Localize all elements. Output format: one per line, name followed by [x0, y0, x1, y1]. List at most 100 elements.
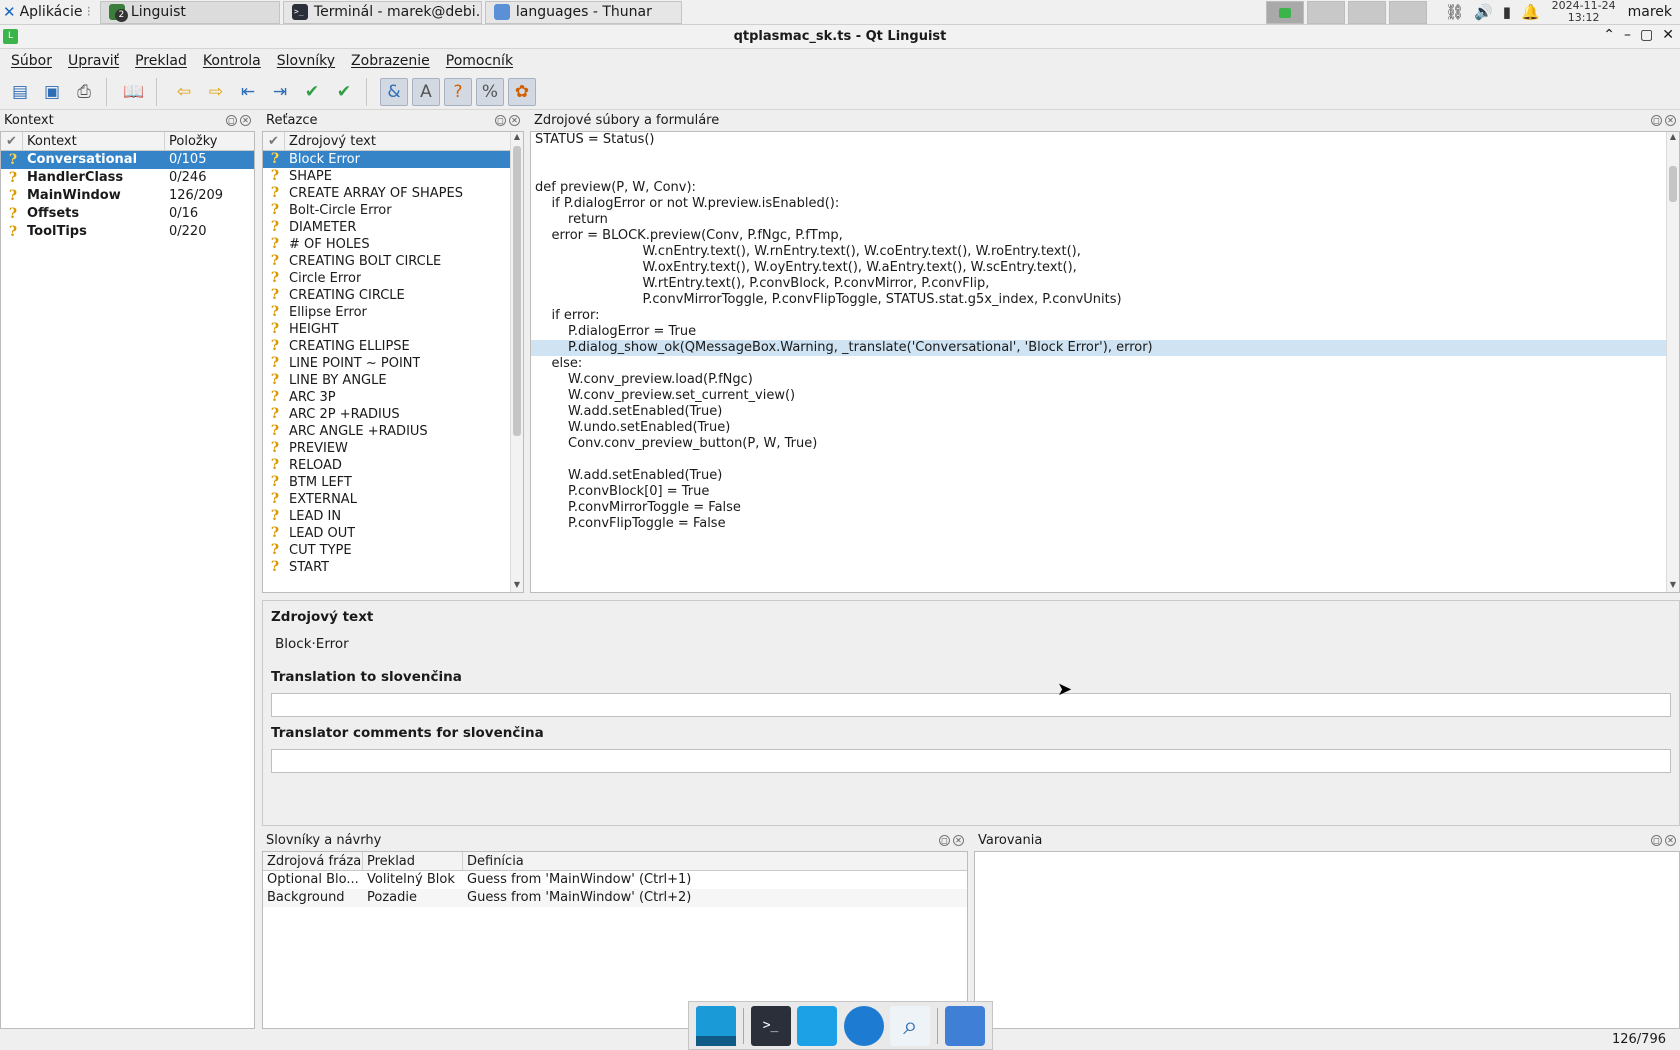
next-icon[interactable]: ⇥	[266, 78, 294, 106]
next-unfinished-icon[interactable]: ⇨	[202, 78, 230, 106]
workspace-3[interactable]	[1347, 0, 1386, 24]
task-thunar[interactable]: languages - Thunar	[484, 0, 682, 24]
maximize-icon[interactable]: ▢	[1640, 27, 1653, 43]
column-header-items[interactable]: Položky	[165, 132, 254, 150]
string-row[interactable]: ? HEIGHT	[263, 321, 510, 338]
network-disconnected-icon[interactable]: ⛓	[1445, 3, 1464, 21]
file-manager-launcher-icon[interactable]	[797, 1005, 838, 1046]
dock-close-icon[interactable]: ✕	[1665, 115, 1676, 126]
column-header-translation[interactable]: Preklad	[363, 852, 463, 870]
battery-icon[interactable]: ▮	[1503, 3, 1511, 21]
string-row[interactable]: ? CREATING CIRCLE	[263, 287, 510, 304]
context-row[interactable]: ? MainWindow 126/209	[1, 187, 254, 205]
float-icon[interactable]: ◻	[1651, 835, 1662, 846]
string-row[interactable]: ? RELOAD	[263, 457, 510, 474]
volume-icon[interactable]: 🔊	[1474, 3, 1493, 21]
source-scrollbar[interactable]: ▲ ▼	[1666, 132, 1679, 592]
done-and-next-icon[interactable]: ✔	[330, 78, 358, 106]
float-icon[interactable]: ◻	[939, 835, 950, 846]
string-row[interactable]: ? CUT TYPE	[263, 542, 510, 559]
scroll-down-icon[interactable]: ▼	[1667, 580, 1679, 592]
scroll-up-icon[interactable]: ▲	[511, 132, 523, 144]
dock-close-icon[interactable]: ✕	[240, 115, 251, 126]
done-icon[interactable]: ✔	[298, 78, 326, 106]
context-row[interactable]: ? HandlerClass 0/246	[1, 169, 254, 187]
string-row[interactable]: ? Block Error	[263, 151, 510, 168]
prev-unfinished-icon[interactable]: ⇦	[170, 78, 198, 106]
string-row[interactable]: ? EXTERNAL	[263, 491, 510, 508]
float-icon[interactable]: ◻	[495, 115, 506, 126]
column-header-context[interactable]: Kontext	[23, 132, 165, 150]
menu-phrases[interactable]: Slovníky	[271, 53, 341, 69]
string-row[interactable]: ? ARC 3P	[263, 389, 510, 406]
string-row[interactable]: ? LEAD OUT	[263, 525, 510, 542]
minimize-icon[interactable]: –	[1624, 27, 1631, 43]
open-icon[interactable]: ▤	[6, 78, 34, 106]
prev-icon[interactable]: ⇤	[234, 78, 262, 106]
workspace-1[interactable]	[1265, 0, 1304, 24]
string-row[interactable]: ? DIAMETER	[263, 219, 510, 236]
placeholders-check-icon[interactable]: %	[476, 77, 504, 106]
clock[interactable]: 2024-11-24 13:12	[1552, 0, 1616, 24]
phrases-check-icon[interactable]: ?	[444, 77, 472, 106]
menu-validation[interactable]: Kontrola	[197, 53, 267, 69]
punctuation-check-icon[interactable]: A	[412, 77, 440, 106]
task-terminal[interactable]: Terminál - marek@debi...	[282, 0, 482, 24]
home-folder-launcher-icon[interactable]	[944, 1005, 985, 1046]
print-icon[interactable]: ⎙	[70, 78, 98, 106]
dock-close-icon[interactable]: ✕	[953, 835, 964, 846]
menu-file[interactable]: Súbor	[5, 53, 58, 69]
surroundings-check-icon[interactable]: ✿	[508, 77, 536, 106]
context-row[interactable]: ? Offsets 0/16	[1, 205, 254, 223]
terminal-launcher-icon[interactable]: >_	[750, 1005, 791, 1046]
string-row[interactable]: ? SHAPE	[263, 168, 510, 185]
strings-scrollbar[interactable]: ▲ ▼	[510, 132, 523, 592]
workspace-4[interactable]	[1388, 0, 1427, 24]
string-row[interactable]: ? BTM LEFT	[263, 474, 510, 491]
string-row[interactable]: ? START	[263, 559, 510, 576]
dock-close-icon[interactable]: ✕	[1665, 835, 1676, 846]
status-column-icon[interactable]: ✔	[1, 132, 23, 150]
notification-bell-icon[interactable]: 🔔	[1521, 3, 1540, 21]
phrasebook-row[interactable]: Optional Blo... Volitelný Blok Guess from …	[263, 871, 967, 889]
string-row[interactable]: ? PREVIEW	[263, 440, 510, 457]
string-row[interactable]: ? Circle Error	[263, 270, 510, 287]
web-browser-launcher-icon[interactable]	[843, 1005, 884, 1046]
close-icon[interactable]: ✕	[1662, 27, 1674, 43]
window-titlebar[interactable]: L qtplasmac_sk.ts - Qt Linguist ⌃ – ▢ ✕	[0, 25, 1680, 49]
menu-view[interactable]: Zobrazenie	[345, 53, 436, 69]
context-row[interactable]: ? ToolTips 0/220	[1, 223, 254, 241]
phrasebook-row[interactable]: Background Pozadie Guess from 'MainWindow'…	[263, 889, 967, 907]
workspace-2[interactable]	[1306, 0, 1345, 24]
accelerators-check-icon[interactable]: &	[380, 77, 408, 106]
translation-input[interactable]	[271, 693, 1671, 717]
app-finder-icon[interactable]: ⌕	[890, 1005, 931, 1046]
string-row[interactable]: ? LEAD IN	[263, 508, 510, 525]
translator-comments-input[interactable]	[271, 749, 1671, 773]
string-row[interactable]: ? ARC 2P +RADIUS	[263, 406, 510, 423]
string-row[interactable]: ? LINE POINT ~ POINT	[263, 355, 510, 372]
column-header-phrase[interactable]: Zdrojová fráza	[263, 852, 363, 870]
shade-up-icon[interactable]: ⌃	[1603, 27, 1615, 43]
column-header-source-text[interactable]: Zdrojový text	[285, 132, 510, 150]
string-row[interactable]: ? CREATING ELLIPSE	[263, 338, 510, 355]
user-menu[interactable]: marek	[1628, 4, 1672, 20]
scroll-down-icon[interactable]: ▼	[511, 580, 523, 592]
scroll-thumb[interactable]	[1669, 166, 1677, 202]
string-row[interactable]: ? CREATE ARRAY OF SHAPES	[263, 185, 510, 202]
menu-help[interactable]: Pomocník	[440, 53, 519, 69]
show-desktop-icon[interactable]	[696, 1005, 737, 1046]
applications-menu[interactable]: ✕ Aplikácie ⁝	[0, 0, 97, 25]
source-code-view[interactable]: STATUS = Status() def preview(P, W, Conv)…	[530, 131, 1680, 593]
column-header-definition[interactable]: Definícia	[463, 852, 967, 870]
status-column-icon[interactable]: ✔	[263, 132, 285, 150]
float-icon[interactable]: ◻	[1651, 115, 1662, 126]
phrasebook-icon[interactable]: 📖	[120, 78, 148, 106]
string-row[interactable]: ? Ellipse Error	[263, 304, 510, 321]
scroll-thumb[interactable]	[513, 146, 521, 436]
scroll-up-icon[interactable]: ▲	[1667, 132, 1679, 144]
menu-translation[interactable]: Preklad	[129, 53, 193, 69]
string-row[interactable]: ? ARC ANGLE +RADIUS	[263, 423, 510, 440]
menu-edit[interactable]: Upraviť	[62, 53, 125, 69]
float-icon[interactable]: ◻	[226, 115, 237, 126]
